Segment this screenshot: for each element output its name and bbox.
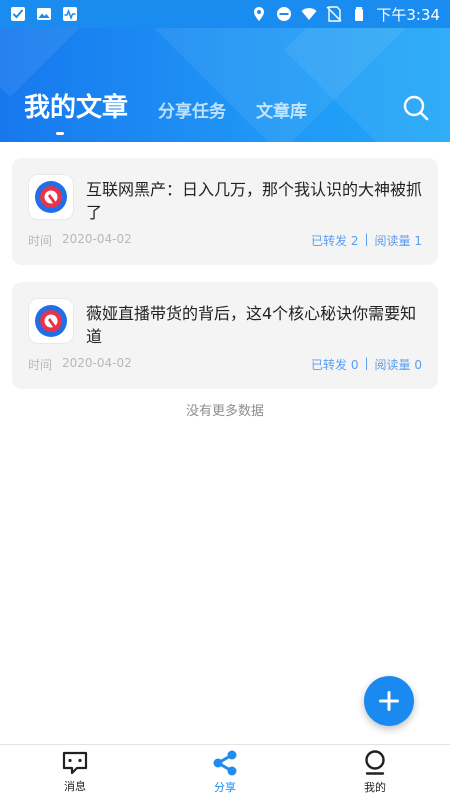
time-label: 时间 [28,358,53,372]
share-count: 已转发 2 [311,234,359,248]
stat-divider: | [364,232,369,246]
nav-label: 我的 [364,781,386,794]
article-date: 2020-04-02 [62,356,132,370]
article-title: 薇娅直播带货的背后，这4个核心秘诀你需要知道 [86,304,417,346]
plus-icon [379,691,399,711]
nav-label: 分享 [214,781,236,794]
article-card[interactable]: 互联网黑产：日入几万，那个我认识的大神被抓了 时间 2020-04-02 已转发… [12,158,438,265]
wifi-icon [301,8,317,20]
article-thumbnail [28,298,74,344]
clock: 下午3:34 [376,5,440,24]
article-meta: 时间 2020-04-02 已转发 2 | 阅读量 1 [28,232,422,249]
article-title: 互联网黑产：日入几万，那个我认识的大神被抓了 [86,180,423,222]
nav-item-share[interactable]: 分享 [150,745,300,800]
active-tab-indicator [56,132,64,135]
nav-item-messages[interactable]: 消息 [0,745,150,800]
no-more-data-label: 没有更多数据 [185,404,264,419]
share-icon [213,750,237,776]
app-logo-icon [35,181,67,213]
app-logo-icon [35,305,67,337]
read-count: 阅读量 0 [374,358,422,372]
profile-icon [365,750,385,775]
read-count: 阅读量 1 [374,234,422,248]
battery-icon [355,7,364,21]
article-thumbnail [28,174,74,220]
search-button[interactable] [402,94,430,122]
time-label: 时间 [28,234,53,248]
tab-my-articles[interactable]: 我的文章 [24,93,129,135]
search-icon [403,95,429,121]
checklist-icon [11,7,25,21]
tab-share-tasks[interactable]: 分享任务 [158,104,226,121]
nav-item-profile[interactable]: 我的 [300,745,450,800]
article-meta: 时间 2020-04-02 已转发 0 | 阅读量 0 [28,356,422,373]
article-date: 2020-04-02 [62,232,132,246]
message-icon [62,751,88,775]
article-list: 互联网黑产：日入几万，那个我认识的大神被抓了 时间 2020-04-02 已转发… [12,158,438,419]
article-card[interactable]: 薇娅直播带货的背后，这4个核心秘诀你需要知道 时间 2020-04-02 已转发… [12,282,438,389]
status-bar: 下午3:34 [0,0,450,28]
no-sim-icon [326,6,342,22]
tab-article-library[interactable]: 文章库 [256,104,307,121]
bottom-nav: 消息 分享 我的 [0,744,450,800]
share-count: 已转发 0 [311,358,359,372]
add-article-button[interactable] [364,676,414,726]
do-not-disturb-icon [277,7,292,21]
article-tabs: 我的文章 分享任务 文章库 [24,93,307,135]
tab-label: 我的文章 [24,93,129,123]
tab-label: 文章库 [256,102,308,122]
activity-icon [63,7,77,21]
stat-divider: | [364,356,369,370]
location-icon [254,7,265,21]
tab-label: 分享任务 [158,102,227,122]
image-icon [37,8,51,20]
nav-label: 消息 [64,780,86,793]
